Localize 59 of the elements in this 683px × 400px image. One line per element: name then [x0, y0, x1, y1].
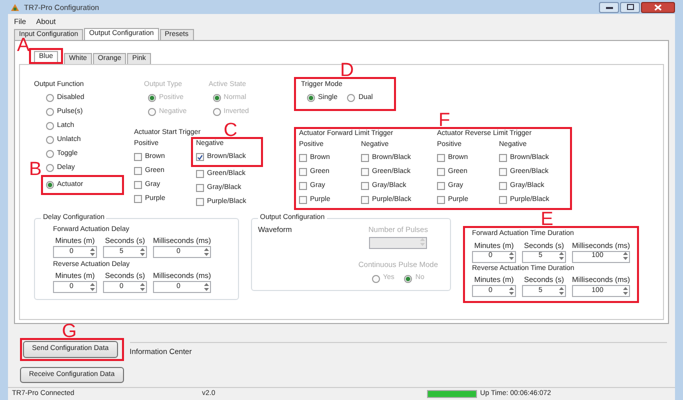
- checkbox[interactable]: [299, 196, 307, 204]
- spin-arrows-icon[interactable]: [622, 286, 629, 296]
- annotation-letter: E: [540, 210, 554, 230]
- radio-button[interactable]: [46, 94, 54, 102]
- checkbox[interactable]: [196, 198, 204, 206]
- minimize-icon[interactable]: [606, 6, 612, 8]
- radio-button[interactable]: [46, 150, 54, 158]
- checkbox[interactable]: [299, 154, 307, 162]
- spin-arrows-icon[interactable]: [508, 251, 515, 262]
- checkbox[interactable]: [361, 182, 369, 190]
- close-button[interactable]: [641, 2, 675, 12]
- radio-button[interactable]: [46, 181, 54, 190]
- checkbox[interactable]: [361, 154, 369, 162]
- minimize-button[interactable]: [599, 2, 619, 12]
- checkbox[interactable]: [499, 168, 507, 176]
- spin-arrows-icon[interactable]: [622, 251, 629, 262]
- spin-arrows-icon[interactable]: [139, 246, 146, 258]
- radio-button[interactable]: [46, 108, 54, 116]
- radio-button[interactable]: [46, 122, 54, 130]
- spin-arrows-icon[interactable]: [203, 282, 210, 292]
- radio-button[interactable]: [347, 94, 356, 102]
- spin-arrows-icon[interactable]: [558, 251, 565, 262]
- checkbox[interactable]: [437, 196, 445, 204]
- app-icon: [10, 2, 20, 12]
- checkbox[interactable]: [196, 184, 204, 192]
- checkbox[interactable]: [134, 195, 142, 204]
- spin-arrows-icon[interactable]: [89, 282, 96, 292]
- annotation-letter: C: [224, 120, 238, 140]
- annotation-letter: F: [438, 111, 450, 130]
- annotation-letter: G: [62, 322, 77, 342]
- checkbox[interactable]: [437, 168, 445, 176]
- checkbox[interactable]: [437, 182, 445, 190]
- spin-arrows-icon[interactable]: [508, 286, 515, 296]
- spin-arrows-icon[interactable]: [558, 286, 565, 296]
- maximize-button[interactable]: [620, 2, 640, 12]
- checkbox[interactable]: [196, 170, 204, 178]
- radio-button[interactable]: [46, 136, 54, 144]
- checkbox[interactable]: [361, 196, 369, 204]
- checkbox[interactable]: [499, 182, 507, 190]
- spin-arrows-icon[interactable]: [419, 237, 426, 248]
- spin-arrows-icon[interactable]: [89, 246, 96, 258]
- checkbox[interactable]: [437, 154, 445, 162]
- spin-arrows-icon[interactable]: [203, 246, 210, 258]
- checkbox[interactable]: [499, 154, 507, 162]
- checkbox[interactable]: [134, 181, 142, 190]
- radio-button[interactable]: [307, 94, 315, 102]
- checkbox[interactable]: [134, 153, 142, 162]
- annotation-letter: D: [340, 61, 354, 80]
- checkbox[interactable]: [196, 153, 204, 162]
- maximize-icon[interactable]: [626, 4, 634, 10]
- checkbox[interactable]: [499, 196, 507, 204]
- spin-arrows-icon[interactable]: [139, 282, 146, 292]
- checkbox[interactable]: [299, 168, 307, 176]
- checkbox[interactable]: [299, 182, 307, 190]
- checkbox[interactable]: [134, 167, 142, 176]
- checkbox[interactable]: [361, 168, 369, 176]
- close-icon[interactable]: [654, 4, 662, 10]
- annotation-letter: B: [29, 160, 42, 180]
- radio-button[interactable]: [46, 164, 54, 172]
